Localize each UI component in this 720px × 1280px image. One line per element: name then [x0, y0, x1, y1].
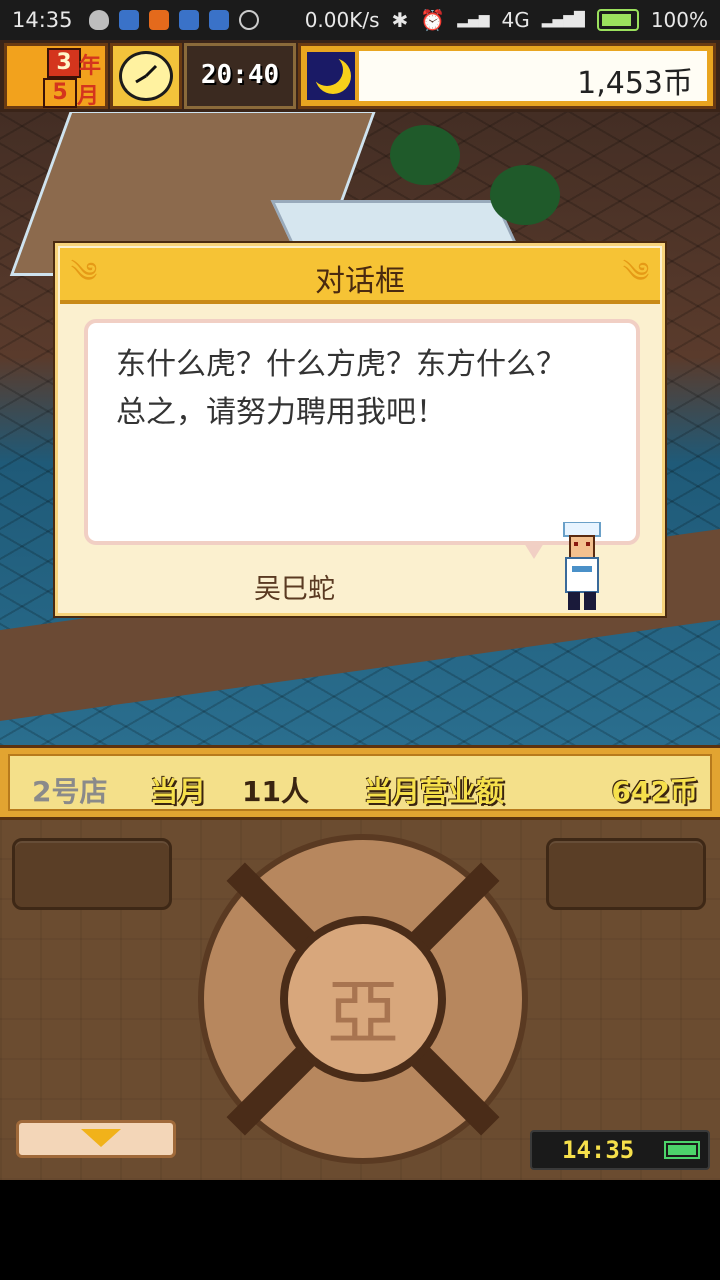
dialog-box[interactable]: ༄ 对话框 ༄ 东什么虎？什么方虎？东方什么？ 总之，请努力聘用我吧！ 吴巳蛇 [55, 243, 665, 616]
network-type: 4G [501, 8, 530, 32]
dpad-glyph-icon: 亞 [326, 971, 399, 1055]
month-unit: 月 [77, 84, 100, 109]
money-display: 1,453币 [298, 43, 716, 109]
speaker-name: 吴巳蛇 [254, 574, 335, 605]
battery-percent: 100% [650, 8, 708, 32]
signal-icon: ▂▄▆█ [541, 12, 585, 28]
visitor-count: 11人 [242, 775, 309, 808]
battery-icon [596, 9, 639, 31]
store-name: 2号店 [32, 775, 108, 808]
right-action-button[interactable] [546, 838, 706, 910]
dialog-title: 对话框 [315, 264, 405, 299]
year-number: 3 [47, 48, 81, 78]
status-bar: 14:35 0.00K/s ✱ ⏰ ▂▄▆ 4G ▂▄▆█ 100% [0, 0, 720, 40]
stopwatch-icon [238, 10, 259, 30]
control-panel: 亞 14:35 [0, 820, 720, 1180]
date-display: 3 年 5 月 [4, 43, 108, 109]
clock-hands [135, 64, 158, 84]
alarm-icon: ⏰ [420, 8, 446, 32]
left-action-button[interactable] [12, 838, 172, 910]
year-unit: 年 [79, 54, 102, 79]
chevron-down-icon [81, 1129, 121, 1147]
shield-icon [88, 10, 109, 30]
tree-1 [390, 125, 460, 185]
battery-icon [664, 1141, 700, 1159]
chef-character-icon [563, 522, 601, 610]
directional-pad[interactable]: 亞 [198, 834, 528, 1164]
status-time: 14:35 [12, 8, 73, 32]
game-time: 20:40 [200, 60, 280, 90]
dialog-title-bar: ༄ 对话框 ༄ [60, 248, 660, 304]
network-speed: 0.00K/s [304, 8, 380, 32]
zhihu-app-icon [118, 10, 139, 30]
swirl-ornament-right-icon: ༄ [622, 256, 650, 289]
game-time-display: 20:40 [184, 43, 296, 109]
moon-icon [307, 52, 355, 100]
speech-bubble: 东什么虎？什么方虎？东方什么？ 总之，请努力聘用我吧！ [84, 319, 640, 559]
month-number: 5 [43, 78, 77, 108]
mini-clock: 14:35 [530, 1130, 710, 1170]
tree-2 [490, 165, 560, 225]
mini-clock-time: 14:35 [562, 1136, 635, 1164]
nav-area [0, 1180, 720, 1280]
money-amount: 1,453币 [577, 66, 693, 101]
dialog-message: 东什么虎？什么方虎？东方什么？ 总之，请努力聘用我吧！ [116, 347, 566, 430]
monthly-sales-label: 当月营业额 [364, 775, 505, 808]
paw-app-icon-2 [208, 10, 229, 30]
hd-signal-icon: ▂▄▆ [457, 12, 490, 28]
month-label: 当月 [150, 775, 207, 808]
dpad-center-button[interactable]: 亞 [280, 916, 446, 1082]
taobao-app-icon [148, 10, 169, 30]
menu-toggle-button[interactable] [16, 1120, 176, 1158]
bluetooth-icon: ✱ [391, 8, 409, 32]
clock-icon [119, 51, 173, 101]
monthly-sales-value: 642币 [611, 775, 698, 808]
money-field: 1,453币 [359, 51, 707, 101]
analog-clock [110, 43, 182, 109]
top-hud: 3 年 5 月 20:40 1,453币 [0, 40, 720, 112]
paw-app-icon [178, 10, 199, 30]
store-info-bar: 2号店 当月 11人 当月营业额 642币 [0, 745, 720, 820]
